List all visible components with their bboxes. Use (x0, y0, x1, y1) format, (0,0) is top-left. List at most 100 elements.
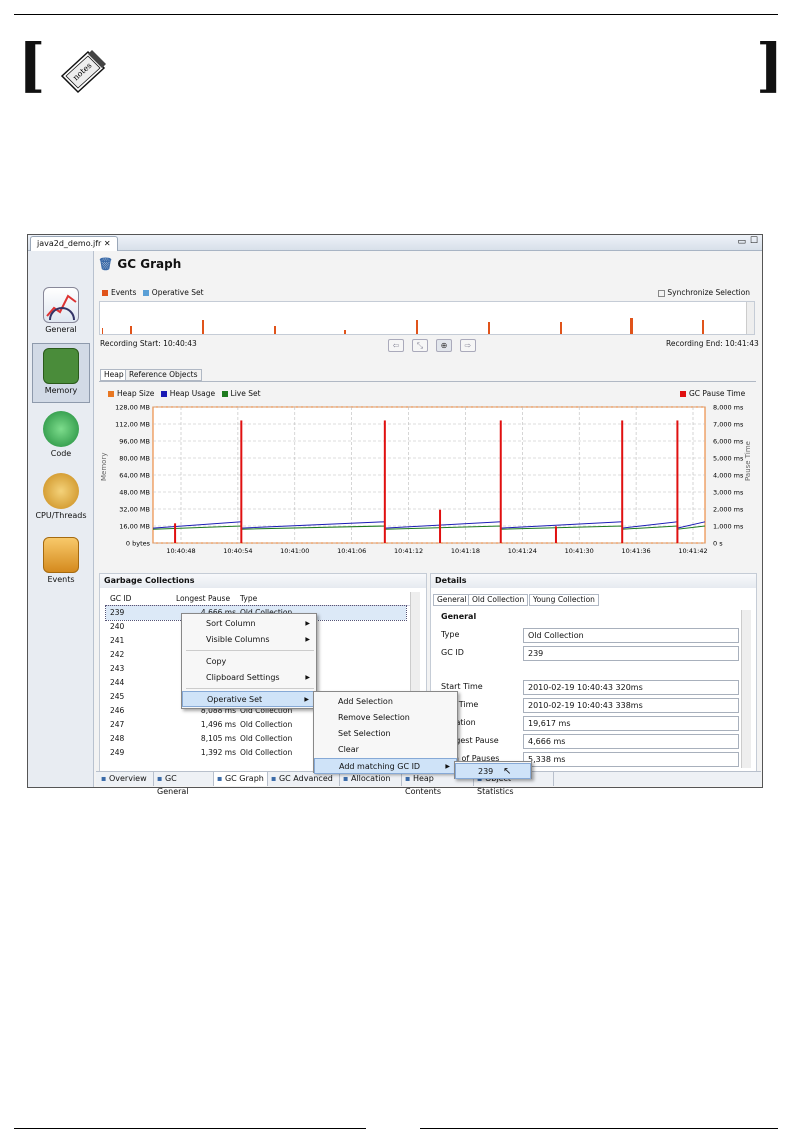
details-scrollbar[interactable] (741, 610, 751, 768)
tab-general[interactable]: General (433, 594, 471, 606)
y-tick-label: 112,00 MB (115, 421, 150, 429)
sidebar-item-memory[interactable]: Memory (32, 343, 90, 403)
detail-value-field[interactable]: 2010-02-19 10:40:43 338ms (523, 698, 739, 713)
heap-size-swatch (108, 391, 114, 397)
detail-value-field[interactable]: 4,666 ms (523, 734, 739, 749)
sync-selection[interactable]: Synchronize Selection (658, 288, 750, 297)
gc-id-cell: 247 (110, 720, 125, 729)
menu-set-selection[interactable]: Set Selection (314, 726, 457, 742)
events-box-icon (43, 537, 79, 573)
y-tick-label: 16,00 MB (119, 523, 150, 531)
maximize-icon[interactable]: ☐ (750, 236, 758, 246)
sidebar-item-code[interactable]: Code (32, 407, 90, 467)
tab-icon: ▪ (101, 774, 107, 783)
type-cell: Old Collection (240, 720, 293, 729)
menu-add-selection[interactable]: Add Selection (314, 694, 457, 710)
tab-reference-objects[interactable]: Reference Objects (125, 369, 202, 381)
y2-tick-label: 4,000 ms (713, 472, 744, 480)
file-tab[interactable]: java2d_demo.jfr ✕ (30, 236, 118, 251)
menu-visible-columns[interactable]: Visible Columns ▶ (182, 632, 316, 648)
menu-copy[interactable]: Copy (182, 654, 316, 670)
overview-timeline[interactable] (99, 301, 755, 335)
operative-legend-swatch (142, 290, 149, 296)
zoom-back-button[interactable]: ⇦ (388, 339, 404, 352)
type-cell: Old Collection (240, 734, 293, 743)
operative-set-submenu: Add Selection Remove Selection Set Selec… (313, 691, 458, 774)
close-icon[interactable]: ✕ (104, 239, 111, 248)
detail-label: GC ID (441, 648, 464, 657)
zoom-in-button[interactable]: ⊕ (436, 339, 452, 352)
gc-pause-bar (439, 509, 442, 543)
y-tick-label: 96,00 MB (119, 438, 150, 446)
y2-tick-label: 3,000 ms (713, 489, 744, 497)
y2-tick-label: 5,000 ms (713, 455, 744, 463)
gc-id-submenu: 239 ↖ (454, 761, 532, 779)
detail-value-field[interactable]: 5,338 ms (523, 752, 739, 767)
menu-clear[interactable]: Clear (314, 742, 457, 758)
zoom-forward-button[interactable]: ⇨ (460, 339, 476, 352)
gc-table-header: GC ID Longest Pause Type (106, 592, 410, 606)
details-panel: Details General Old Collection Young Col… (430, 573, 757, 779)
y2-tick-label: 1,000 ms (713, 523, 744, 531)
gc-id-cell: 244 (110, 678, 125, 687)
menu-sort-column[interactable]: Sort Column ▶ (182, 616, 316, 632)
menu-operative-set[interactable]: Operative Set ▶ (182, 691, 316, 707)
menu-remove-selection[interactable]: Remove Selection (314, 710, 457, 726)
detail-value-field[interactable]: 2010-02-19 10:40:43 320ms (523, 680, 739, 695)
x-tick-label: 10:41:12 (394, 547, 423, 555)
gc-id-cell: 240 (110, 622, 125, 631)
tab-old-collection[interactable]: Old Collection (468, 594, 529, 606)
detail-value-field[interactable]: 239 (523, 646, 739, 661)
detail-value-field[interactable]: 19,617 ms (523, 716, 739, 731)
gc-pause-legend: GC Pause Time (680, 389, 745, 398)
editor-tabbar: java2d_demo.jfr ✕ ▭ ☐ (28, 235, 762, 251)
bottom-rule-left (14, 1128, 366, 1129)
context-menu: Sort Column ▶ Visible Columns ▶ Copy Clipb… (181, 613, 317, 709)
bottom-tab[interactable]: ▪ GC Advanced (268, 772, 340, 786)
zoom-out-button[interactable]: ⤡ (412, 339, 428, 352)
x-tick-label: 10:40:48 (166, 547, 195, 555)
gauge-icon (43, 287, 79, 323)
col-longest-pause[interactable]: Longest Pause (176, 592, 230, 606)
y2-tick-label: 0 s (713, 540, 723, 548)
gc-id-cell: 248 (110, 734, 125, 743)
top-rule (14, 14, 778, 15)
minimize-icon[interactable]: ▭ (737, 237, 746, 247)
details-title: Details (431, 574, 756, 588)
gc-id-cell: 239 (110, 608, 125, 617)
gc-id-cell: 241 (110, 636, 125, 645)
menu-gc-id-239[interactable]: 239 (455, 763, 531, 779)
longest-pause-cell: 1,496 ms (200, 720, 236, 729)
timeline-scroll[interactable] (746, 302, 754, 334)
col-gc-id[interactable]: GC ID (110, 592, 131, 606)
sidebar-item-cpu-threads[interactable]: CPU/Threads (32, 469, 90, 529)
overview-legend: Events Operative Set (102, 288, 204, 297)
y2-axis-label: Pause Time (744, 441, 752, 481)
sync-checkbox[interactable] (658, 289, 665, 297)
sidebar-item-general[interactable]: General (32, 283, 90, 343)
menu-add-matching-gc-id[interactable]: Add matching GC ID ▶ (314, 758, 457, 774)
tab-heap[interactable]: Heap (100, 369, 128, 381)
x-tick-label: 10:41:06 (337, 547, 366, 555)
bottom-tab[interactable]: ▪ Overview (98, 772, 154, 786)
gc-pause-swatch (680, 391, 686, 397)
heap-chart[interactable]: 128,00 MB 112,00 MB 96,00 MB 80,00 MB 64,00 … (98, 401, 758, 571)
sidebar-item-events[interactable]: Events (32, 533, 90, 593)
tab-icon: ▪ (157, 774, 163, 783)
recording-start: Recording Start: 10:40:43 (100, 339, 197, 348)
tab-young-collection[interactable]: Young Collection (529, 594, 599, 606)
x-tick-label: 10:41:00 (280, 547, 309, 555)
bottom-rule-right (420, 1128, 778, 1129)
live-set-swatch (221, 391, 228, 397)
bottom-tab[interactable]: ▪ GC General (154, 772, 214, 796)
detail-label: Type (441, 630, 460, 639)
x-tick-label: 10:40:54 (223, 547, 252, 555)
y-tick-label: 64,00 MB (119, 472, 150, 480)
detail-value-field[interactable]: Old Collection (523, 628, 739, 643)
col-type[interactable]: Type (240, 592, 257, 606)
gc-id-cell: 249 (110, 748, 125, 757)
gc-id-cell: 245 (110, 692, 125, 701)
menu-clipboard-settings[interactable]: Clipboard Settings ▶ (182, 670, 316, 686)
bottom-tab[interactable]: ▪ GC Graph (214, 772, 268, 786)
detail-label: Start Time (441, 682, 483, 691)
